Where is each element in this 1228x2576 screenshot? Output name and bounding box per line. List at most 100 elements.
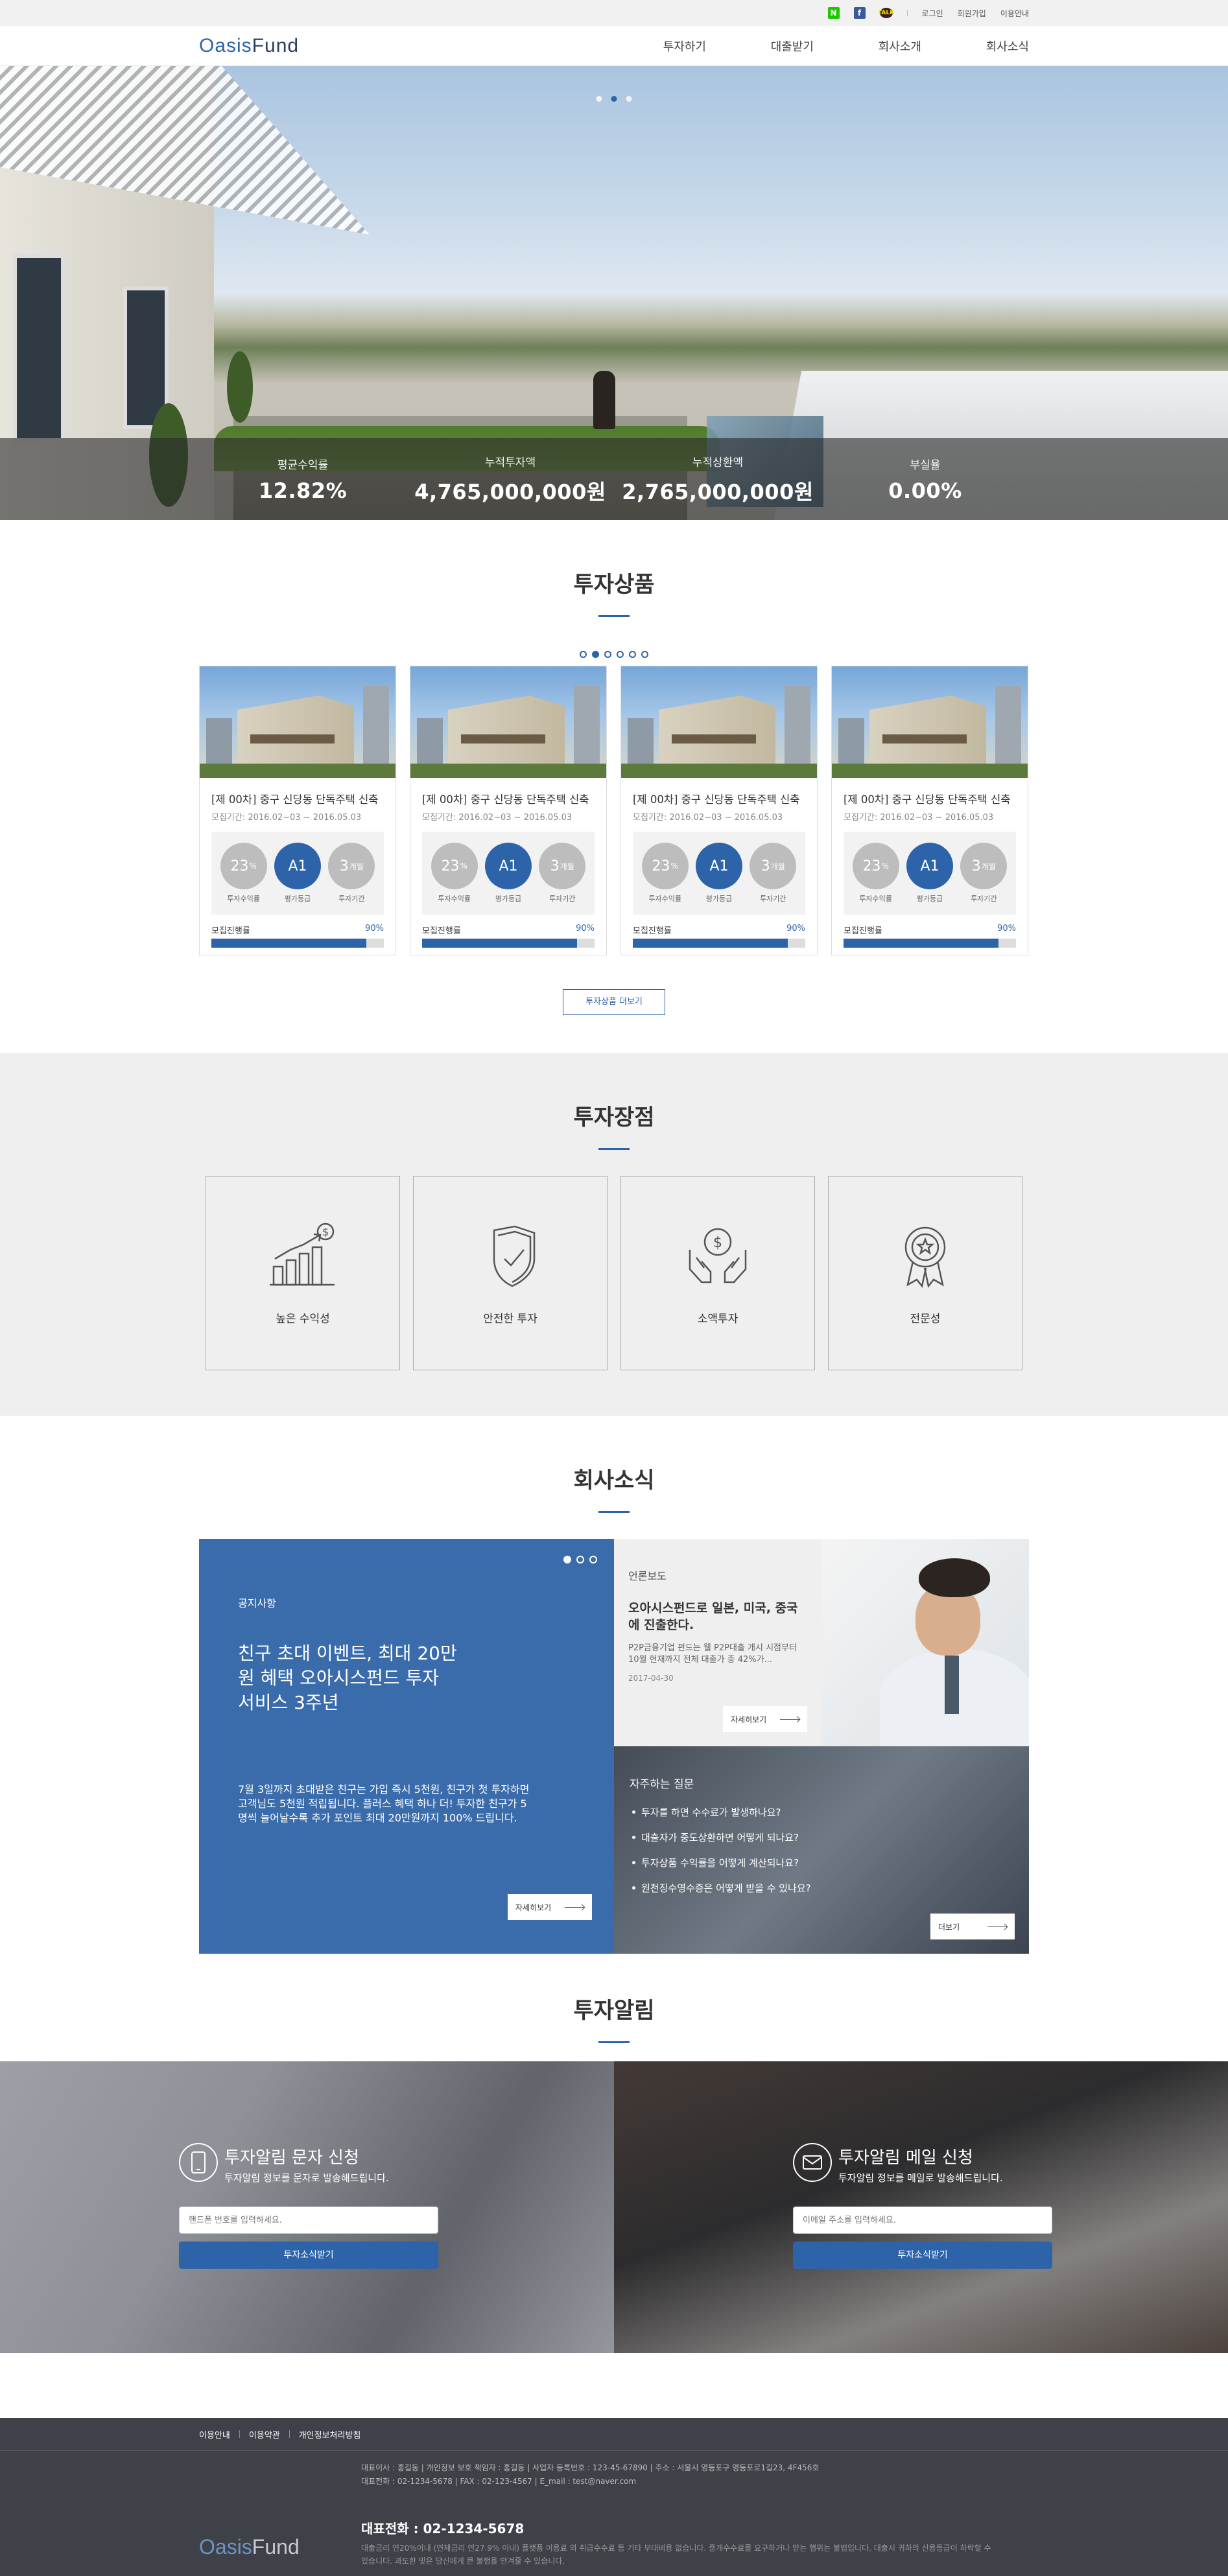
legal-notice: 대출금리 연20%이내 (연체금리 연27.9% 이내) 플랫폼 이용료 외 취…: [361, 2544, 991, 2566]
nav-invest[interactable]: 투자하기: [598, 38, 706, 54]
progress-header: 모집진행률 90%: [633, 924, 805, 936]
metric-label: 투자기간: [549, 895, 576, 903]
product-title[interactable]: [제 00차] 중구 신당동 단독주택 신축: [211, 791, 384, 806]
kakaotalk-icon[interactable]: TALK: [878, 8, 894, 18]
metric-label: 투자기간: [760, 895, 786, 903]
news-right-column: 언론보도 오아시스펀드로 일본, 미국, 중국에 진출한다. P2P금융기업 펀…: [614, 1539, 1029, 1954]
email-subscribe-button[interactable]: 투자소식받기: [793, 2242, 1052, 2269]
product-card[interactable]: [제 00차] 중구 신당동 단독주택 신축모집기간: 2016.02~03 ~…: [199, 666, 396, 955]
footer-link-terms[interactable]: 이용약관: [249, 2428, 280, 2441]
pagination-dot[interactable]: [604, 651, 611, 658]
photo-shape: [410, 764, 606, 778]
progress-label: 모집진행률: [633, 926, 672, 936]
advantage-label: 안전한 투자: [483, 1312, 537, 1326]
section-title: 투자상품: [573, 572, 655, 598]
email-alert-panel: 투자알림 메일 신청 투자알림 정보를 메일로 발송해드립니다. 투자소식받기: [614, 2061, 1228, 2353]
press-headline[interactable]: 오아시스펀드로 일본, 미국, 중국에 진출한다.: [628, 1600, 807, 1633]
nav-news[interactable]: 회사소식: [921, 38, 1029, 54]
site-logo[interactable]: OasisFund: [199, 35, 299, 57]
press-text: 언론보도 오아시스펀드로 일본, 미국, 중국에 진출한다. P2P금융기업 펀…: [614, 1539, 821, 1746]
slider-dot[interactable]: [576, 1556, 584, 1563]
metric-value: A1: [499, 858, 518, 874]
progress-track: [211, 939, 384, 948]
progress-track: [422, 939, 595, 948]
advantage-high-return: $ 높은 수익성: [206, 1176, 400, 1370]
advantage-label: 전문성: [910, 1312, 941, 1326]
stat-avg-return: 평균수익률 12.82%: [199, 456, 407, 503]
metric-value: 3: [761, 858, 770, 874]
products-pagination: [0, 651, 1228, 658]
hero-stats: 평균수익률 12.82% 누적투자액 4,765,000,000원 누적상환액 2,7…: [0, 438, 1228, 520]
facebook-icon[interactable]: f: [853, 7, 866, 19]
metric-term: 3 개월투자기간: [750, 843, 797, 904]
signup-link[interactable]: 회원가입: [958, 8, 986, 19]
utility-bar: N f TALK 로그인 회원가입 이용안내: [0, 0, 1228, 26]
hero-slider-dots: [596, 96, 632, 102]
progress-header: 모집진행률 90%: [422, 924, 595, 936]
product-card-body: [제 00차] 중구 신당동 단독주택 신축 모집기간: 2016.02~03 ~…: [621, 778, 817, 957]
product-card-list: [제 00차] 중구 신당동 단독주택 신축모집기간: 2016.02~03 ~…: [199, 666, 1029, 955]
slider-dot[interactable]: [563, 1556, 571, 1563]
advantage-label: 소액투자: [697, 1312, 738, 1326]
faq-item[interactable]: 투자상품 수익률을 어떻게 계산되나요?: [630, 1856, 1013, 1869]
naver-icon[interactable]: N: [827, 7, 840, 19]
faq-more-button[interactable]: 더보기: [930, 1914, 1015, 1939]
product-card[interactable]: [제 00차] 중구 신당동 단독주택 신축 모집기간: 2016.02~03 ~…: [410, 666, 607, 955]
metric-circle: 3 개월: [328, 843, 375, 889]
divider: [906, 10, 908, 16]
metric-label: 평가등급: [916, 895, 943, 903]
guide-link[interactable]: 이용안내: [1000, 8, 1029, 19]
stat-value: 0.00%: [888, 478, 962, 503]
slider-dot[interactable]: [611, 96, 617, 102]
press-detail-button[interactable]: 자세히보기: [723, 1706, 807, 1732]
slider-dot[interactable]: [626, 96, 632, 102]
pagination-dot[interactable]: [641, 651, 648, 658]
faq-item[interactable]: 대출자가 중도상환하면 어떻게 되나요?: [630, 1831, 1013, 1844]
product-card[interactable]: [제 00차] 중구 신당동 단독주택 신축 모집기간: 2016.02~03 ~…: [620, 666, 818, 955]
product-metrics: 23% 투자수익률 A1 평가등급 3 개월 투자기간: [422, 832, 595, 915]
metric-circle: 23%: [220, 843, 267, 889]
notice-detail-button[interactable]: 자세히보기: [508, 1894, 592, 1920]
sms-subscribe-button[interactable]: 투자소식받기: [179, 2242, 438, 2269]
photo-shape: [574, 686, 600, 770]
advantages-section: 투자장점 $ 높은 수익성 안전한 투자 $ 소액투자 전문성: [0, 1053, 1228, 1416]
more-products-button[interactable]: 투자상품 더보기: [563, 989, 665, 1015]
footer-link-privacy[interactable]: 개인정보처리방침: [299, 2428, 361, 2441]
faq-item[interactable]: 원천징수영수증은 어떻게 받을 수 있나요?: [630, 1881, 1013, 1895]
sms-alert-subtitle: 투자알림 정보를 문자로 발송해드립니다.: [224, 2172, 389, 2184]
slider-dot[interactable]: [589, 1556, 597, 1563]
metric-value: A1: [288, 858, 307, 874]
product-period: 모집기간: 2016.02~03 ~ 2016.05.03: [211, 813, 362, 823]
phone-input[interactable]: [179, 2207, 438, 2234]
product-card-body: [제 00차] 중구 신당동 단독주택 신축모집기간: 2016.02~03 ~…: [200, 778, 396, 957]
pagination-dot[interactable]: [592, 651, 599, 658]
nav-about[interactable]: 회사소개: [814, 38, 921, 54]
product-title[interactable]: [제 00차] 중구 신당동 단독주택 신축: [633, 791, 805, 806]
news-grid: 공지사항 친구 초대 이벤트, 최대 20만 원 혜택 오아시스펀드 투자 서비…: [199, 1539, 1029, 1954]
slider-dot[interactable]: [596, 96, 602, 102]
notice-headline[interactable]: 친구 초대 이벤트, 최대 20만 원 혜택 오아시스펀드 투자 서비스 3주년: [238, 1641, 458, 1715]
metric-unit: %: [249, 861, 257, 871]
product-title[interactable]: [제 00차] 중구 신당동 단독주택 신축: [422, 791, 595, 806]
product-title[interactable]: [제 00차] 중구 신당동 단독주택 신축: [844, 791, 1016, 806]
metric-unit: 개월: [770, 861, 785, 871]
footer-link-guide[interactable]: 이용안내: [199, 2428, 230, 2441]
stat-value: 4,765,000,000원: [414, 479, 606, 504]
company-info: 대표이사 : 홍길동 | 개인정보 보호 책임자 : 홍길동 | 사업자 등록번…: [361, 2461, 819, 2488]
product-card[interactable]: [제 00차] 중구 신당동 단독주택 신축 모집기간: 2016.02~03 ~…: [831, 666, 1028, 955]
pagination-dot[interactable]: [617, 651, 624, 658]
metric-label: 투자기간: [338, 895, 365, 903]
pagination-dot[interactable]: [629, 651, 636, 658]
nav-loan[interactable]: 대출받기: [706, 38, 814, 54]
stat-label: 누적상환액: [692, 456, 744, 469]
login-link[interactable]: 로그인: [922, 8, 943, 19]
faq-item[interactable]: 투자를 하면 수수료가 발생하나요?: [630, 1805, 1013, 1819]
metric-circle: 23%: [641, 843, 689, 889]
press-category: 언론보도: [628, 1570, 667, 1582]
pagination-dot[interactable]: [580, 651, 587, 658]
sms-alert-form: 투자알림 문자 신청 투자알림 정보를 문자로 발송해드립니다. 투자소식받기: [179, 2143, 438, 2269]
notice-card: 공지사항 친구 초대 이벤트, 최대 20만 원 혜택 오아시스펀드 투자 서비…: [199, 1539, 614, 1954]
photo-shape: [237, 696, 354, 767]
email-input[interactable]: [793, 2207, 1052, 2234]
arrow-right-icon: [780, 1718, 799, 1720]
